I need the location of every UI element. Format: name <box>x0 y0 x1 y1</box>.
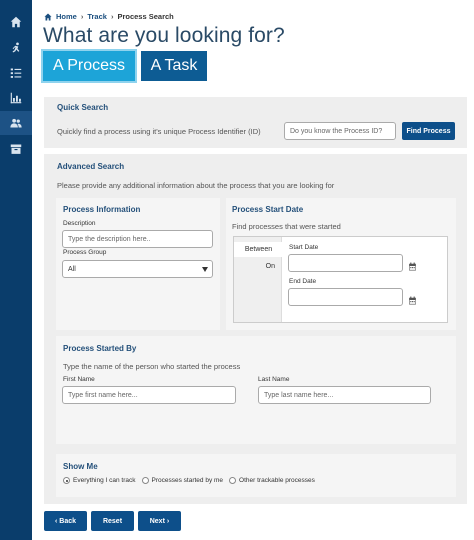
first-name-input[interactable]: Type first name here... <box>62 386 236 404</box>
tab-on[interactable]: On <box>234 259 282 274</box>
process-group-select[interactable]: All <box>62 260 213 278</box>
radio-button[interactable] <box>229 477 237 484</box>
next-button[interactable]: Next › <box>138 511 181 531</box>
find-process-button[interactable]: Find Process <box>402 122 455 140</box>
reset-button[interactable]: Reset <box>91 511 134 531</box>
nav-tasks[interactable] <box>0 61 32 85</box>
radio-button-selected[interactable] <box>63 477 70 484</box>
breadcrumb-current: Process Search <box>117 12 174 21</box>
quick-search-description: Quickly find a process using it's unique… <box>57 127 261 136</box>
start-date-input[interactable] <box>288 254 403 272</box>
date-range-box: Between On Start Date End Date <box>233 236 448 323</box>
quick-search-panel: Quick Search Quickly find a process usin… <box>44 97 467 148</box>
home-icon <box>44 13 52 20</box>
quick-search-title: Quick Search <box>57 103 109 112</box>
show-me-options: Everything I can track Processes started… <box>63 477 315 484</box>
radio-label: Everything I can track <box>73 477 136 484</box>
tab-between[interactable]: Between <box>234 242 283 257</box>
breadcrumb-track[interactable]: Track <box>87 12 107 21</box>
calendar-icon[interactable] <box>408 292 417 305</box>
nav-archive[interactable] <box>0 137 32 161</box>
bar-chart-icon <box>10 92 22 104</box>
breadcrumb-separator: › <box>80 12 84 21</box>
breadcrumb-separator: › <box>110 12 114 21</box>
first-name-label: First Name <box>63 376 95 383</box>
left-nav-rail <box>0 0 32 540</box>
description-label: Description <box>63 220 96 227</box>
page-title: What are you looking for? <box>43 24 285 47</box>
process-started-by-panel: Process Started By Type the name of the … <box>56 336 456 444</box>
show-me-panel: Show Me <box>56 454 456 497</box>
a-process-button[interactable]: A Process <box>43 51 135 81</box>
back-button[interactable]: ‹ Back <box>44 511 87 531</box>
process-start-date-title: Process Start Date <box>232 205 304 214</box>
last-name-label: Last Name <box>258 376 290 383</box>
advanced-search-panel: Advanced Search Please provide any addit… <box>44 154 467 504</box>
process-group-value: All <box>68 265 76 273</box>
radio-started-by-me[interactable]: Processes started by me <box>141 477 224 484</box>
process-id-input[interactable]: Do you know the Process ID? <box>284 122 396 140</box>
advanced-search-title: Advanced Search <box>57 162 125 171</box>
process-start-date-panel: Process Start Date Find processes that w… <box>226 198 456 330</box>
next-label: Next <box>149 517 165 525</box>
process-information-title: Process Information <box>63 205 141 214</box>
description-input[interactable]: Type the description here.. <box>62 230 213 248</box>
chevron-right-icon: › <box>166 517 170 525</box>
date-mode-tabs: Between On <box>234 237 283 322</box>
radio-label: Other trackable processes <box>239 477 315 484</box>
process-started-by-subtitle: Type the name of the person who started … <box>63 362 241 371</box>
breadcrumb-home[interactable]: Home <box>56 12 77 21</box>
radio-everything[interactable]: Everything I can track <box>63 477 136 484</box>
chevron-left-icon: ‹ <box>54 517 58 525</box>
nav-activity[interactable] <box>0 36 32 60</box>
show-me-title: Show Me <box>63 462 98 471</box>
process-information-panel: Process Information Description Type the… <box>56 198 220 330</box>
home-icon <box>10 16 22 28</box>
process-started-by-title: Process Started By <box>63 344 137 353</box>
nav-track[interactable] <box>0 111 32 135</box>
chevron-down-icon <box>202 267 208 272</box>
a-task-button[interactable]: A Task <box>141 51 207 81</box>
start-date-label: Start Date <box>289 244 319 251</box>
calendar-icon[interactable] <box>408 258 417 271</box>
last-name-input[interactable]: Type last name here... <box>258 386 431 404</box>
nav-reports[interactable] <box>0 86 32 110</box>
advanced-search-description: Please provide any additional informatio… <box>57 181 335 190</box>
end-date-label: End Date <box>289 278 317 285</box>
list-check-icon <box>10 68 22 78</box>
nav-home[interactable] <box>0 10 32 34</box>
end-date-input[interactable] <box>288 288 403 306</box>
radio-other-trackable[interactable]: Other trackable processes <box>229 477 315 484</box>
radio-button[interactable] <box>141 477 149 484</box>
breadcrumb: Home › Track › Process Search <box>44 12 174 21</box>
users-icon <box>10 118 22 128</box>
back-label: Back <box>59 517 77 525</box>
runner-icon <box>12 42 20 53</box>
process-start-date-subtitle: Find processes that were started <box>232 222 341 231</box>
radio-label: Processes started by me <box>151 477 224 484</box>
process-group-label: Process Group <box>63 249 107 256</box>
archive-icon <box>10 144 22 154</box>
